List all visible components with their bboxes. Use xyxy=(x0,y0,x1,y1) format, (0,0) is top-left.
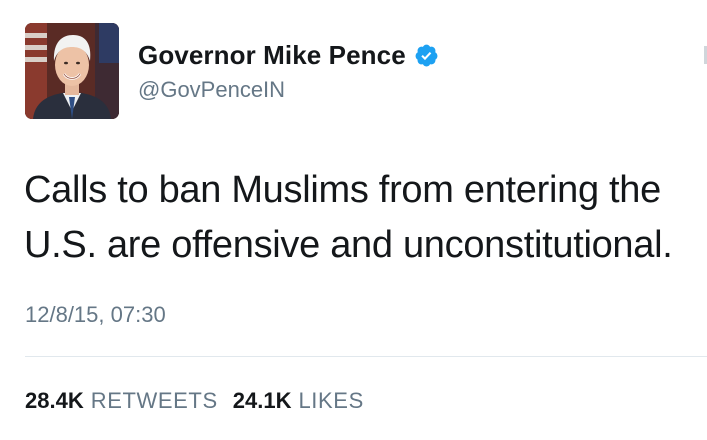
tweet-header: Governor Mike Pence @GovPenceIN xyxy=(25,23,439,119)
tweet-text-line-2: U.S. are offensive and unconstitutional. xyxy=(24,224,673,266)
display-name[interactable]: Governor Mike Pence xyxy=(138,40,406,71)
user-handle[interactable]: @GovPenceIN xyxy=(138,77,439,103)
verified-badge-icon xyxy=(414,43,439,68)
likes-count: 24.1K xyxy=(232,388,292,413)
likes-stat[interactable]: 24.1K LIKES xyxy=(233,388,364,414)
retweets-count: 28.4K xyxy=(25,388,84,413)
tweet-text-line-1: Calls to ban Muslims from entering the xyxy=(24,169,661,211)
name-row: Governor Mike Pence xyxy=(138,40,439,71)
retweets-stat[interactable]: 28.4K RETWEETS xyxy=(25,388,218,414)
tweet-timestamp[interactable]: 12/8/15, 07:30 xyxy=(25,302,166,328)
tweet-stats: 28.4K RETWEETS 24.1K LIKES xyxy=(25,388,364,414)
retweets-label: RETWEETS xyxy=(90,388,218,413)
divider xyxy=(25,356,707,357)
likes-label: LIKES xyxy=(298,388,364,413)
tweet-text: Calls to ban Muslims from entering the U.… xyxy=(24,163,694,273)
user-names: Governor Mike Pence @GovPenceIN xyxy=(138,40,439,103)
avatar[interactable] xyxy=(25,23,119,119)
avatar-photo xyxy=(25,23,119,119)
tweet-card: Governor Mike Pence @GovPenceIN Calls to… xyxy=(0,0,707,440)
